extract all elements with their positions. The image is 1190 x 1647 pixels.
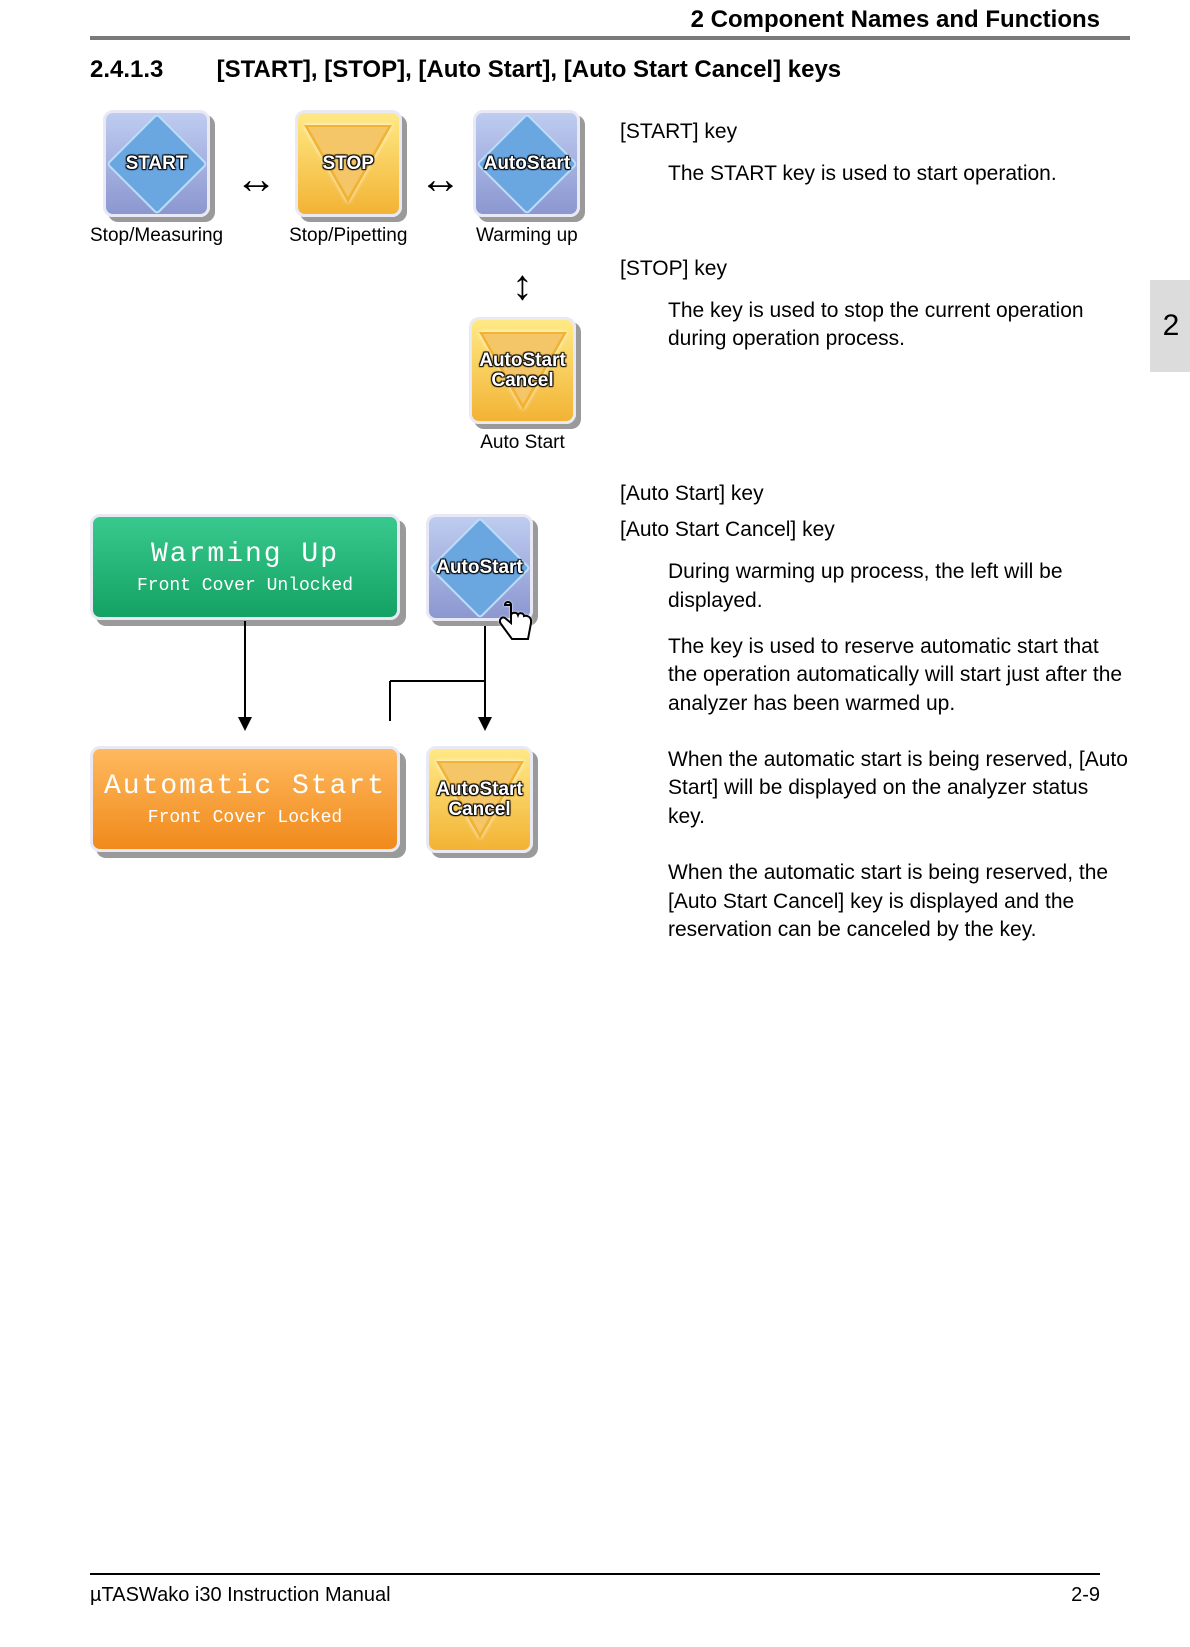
desc-auto-p1: During warming up process, the left will… <box>668 558 1130 615</box>
desc-autostart-cancel-heading: [Auto Start Cancel] key <box>620 516 1130 544</box>
header-rule <box>90 36 1130 40</box>
autostart-cancel-l2: Cancel <box>491 370 553 391</box>
footer-left: µTASWako i30 Instruction Manual <box>90 1584 391 1607</box>
status-auto-l2: Front Cover Locked <box>148 808 342 828</box>
status-automatic-start[interactable]: Automatic Start Front Cover Locked <box>90 746 400 852</box>
status-auto-l1: Automatic Start <box>104 771 386 802</box>
desc-start-heading: [START] key <box>620 118 1130 146</box>
section-title: 2.4.1.3 [START], [STOP], [Auto Start], [… <box>90 56 841 84</box>
autostart-cancel-2-l1: AutoStart <box>436 779 523 800</box>
arrow-icon: ↔ <box>235 155 277 203</box>
desc-auto-p3: When the automatic start is being reserv… <box>668 746 1130 831</box>
chapter-header: 2 Component Names and Functions <box>691 6 1100 34</box>
flow-arrows <box>90 621 560 741</box>
footer-rule <box>90 1573 1100 1575</box>
desc-start-body: The START key is used to start operation… <box>668 160 1130 188</box>
autostart-key-2-label: AutoStart <box>436 558 523 578</box>
arrow-icon: ↔ <box>419 155 461 203</box>
caption-warming-up: Warming up <box>476 225 578 247</box>
footer-right: 2-9 <box>1071 1584 1100 1607</box>
status-warming-l2: Front Cover Unlocked <box>137 576 353 596</box>
desc-stop-body: The key is used to stop the current oper… <box>668 297 1130 354</box>
desc-auto-p4: When the automatic start is being reserv… <box>668 859 1130 944</box>
stop-key-label: STOP <box>323 154 374 174</box>
stop-key[interactable]: STOP <box>295 110 402 217</box>
hand-pointer-icon <box>491 599 541 649</box>
caption-stop-measuring: Stop/Measuring <box>90 225 223 247</box>
caption-stop-pipetting: Stop/Pipetting <box>289 225 407 247</box>
chapter-tab: 2 <box>1150 280 1190 372</box>
arrow-icon: ↕ <box>512 261 533 309</box>
section-number: 2.4.1.3 <box>90 56 210 84</box>
autostart-key-label: AutoStart <box>484 154 571 174</box>
status-warming-up[interactable]: Warming Up Front Cover Unlocked <box>90 514 400 620</box>
desc-stop-heading: [STOP] key <box>620 255 1130 283</box>
desc-auto-p2: The key is used to reserve automatic sta… <box>668 633 1130 718</box>
caption-auto-start: Auto Start <box>480 432 565 454</box>
start-key-label: START <box>126 154 188 174</box>
desc-autostart-heading: [Auto Start] key <box>620 480 1130 508</box>
start-key[interactable]: START <box>103 110 210 217</box>
autostart-cancel-l1: AutoStart <box>479 350 566 371</box>
autostart-cancel-key-2[interactable]: AutoStart Cancel <box>426 746 533 853</box>
autostart-cancel-2-l2: Cancel <box>448 799 510 820</box>
section-heading: [START], [STOP], [Auto Start], [Auto Sta… <box>217 56 841 83</box>
status-warming-l1: Warming Up <box>151 539 339 570</box>
autostart-cancel-key[interactable]: AutoStart Cancel <box>469 317 576 424</box>
autostart-key[interactable]: AutoStart <box>473 110 580 217</box>
